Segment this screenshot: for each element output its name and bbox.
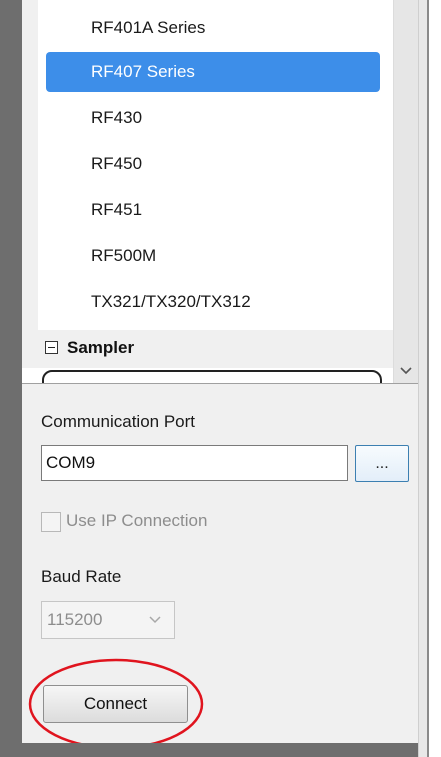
tree-scrollbar[interactable]	[393, 0, 418, 383]
tree-item-rf401a[interactable]: RF401A Series	[46, 8, 380, 48]
tree-item-rf430[interactable]: RF430	[46, 98, 380, 138]
connect-button[interactable]: Connect	[43, 685, 188, 723]
chevron-down-icon	[400, 367, 412, 375]
tree-separator	[22, 383, 418, 384]
port-label: Communication Port	[41, 412, 196, 431]
browse-port-button[interactable]: ...	[355, 445, 409, 482]
device-tree[interactable]: RF401A Series RF407 Series RF430 RF450 R…	[22, 0, 393, 383]
tree-group-sampler[interactable]: Sampler	[22, 330, 393, 368]
baud-rate-value: 115200	[47, 610, 103, 629]
window-bottom-frame	[0, 743, 418, 757]
tree-group-label: Sampler	[67, 338, 135, 357]
adjacent-pane	[429, 0, 441, 757]
tree-item-rf407[interactable]: RF407 Series	[46, 52, 380, 92]
collapse-toggle-icon[interactable]	[45, 341, 58, 354]
tree-item-rf451[interactable]: RF451	[46, 190, 380, 230]
scroll-down-button[interactable]	[394, 363, 418, 383]
tree-gutter	[22, 0, 38, 330]
use-ip-checkbox[interactable]	[41, 512, 61, 532]
baud-rate-label: Baud Rate	[41, 567, 122, 586]
window-right-frame	[418, 0, 441, 757]
connection-panel: RF401A Series RF407 Series RF430 RF450 R…	[22, 0, 418, 750]
tree-item-partial[interactable]	[42, 370, 382, 383]
window-left-frame	[0, 0, 22, 757]
tree-item-tx321[interactable]: TX321/TX320/TX312	[46, 282, 380, 322]
port-input[interactable]	[41, 445, 348, 481]
chevron-down-icon	[149, 616, 161, 624]
tree-item-rf450[interactable]: RF450	[46, 144, 380, 184]
tree-item-rf500m[interactable]: RF500M	[46, 236, 380, 276]
use-ip-label: Use IP Connection	[66, 511, 208, 530]
baud-rate-select[interactable]: 115200	[41, 601, 175, 639]
